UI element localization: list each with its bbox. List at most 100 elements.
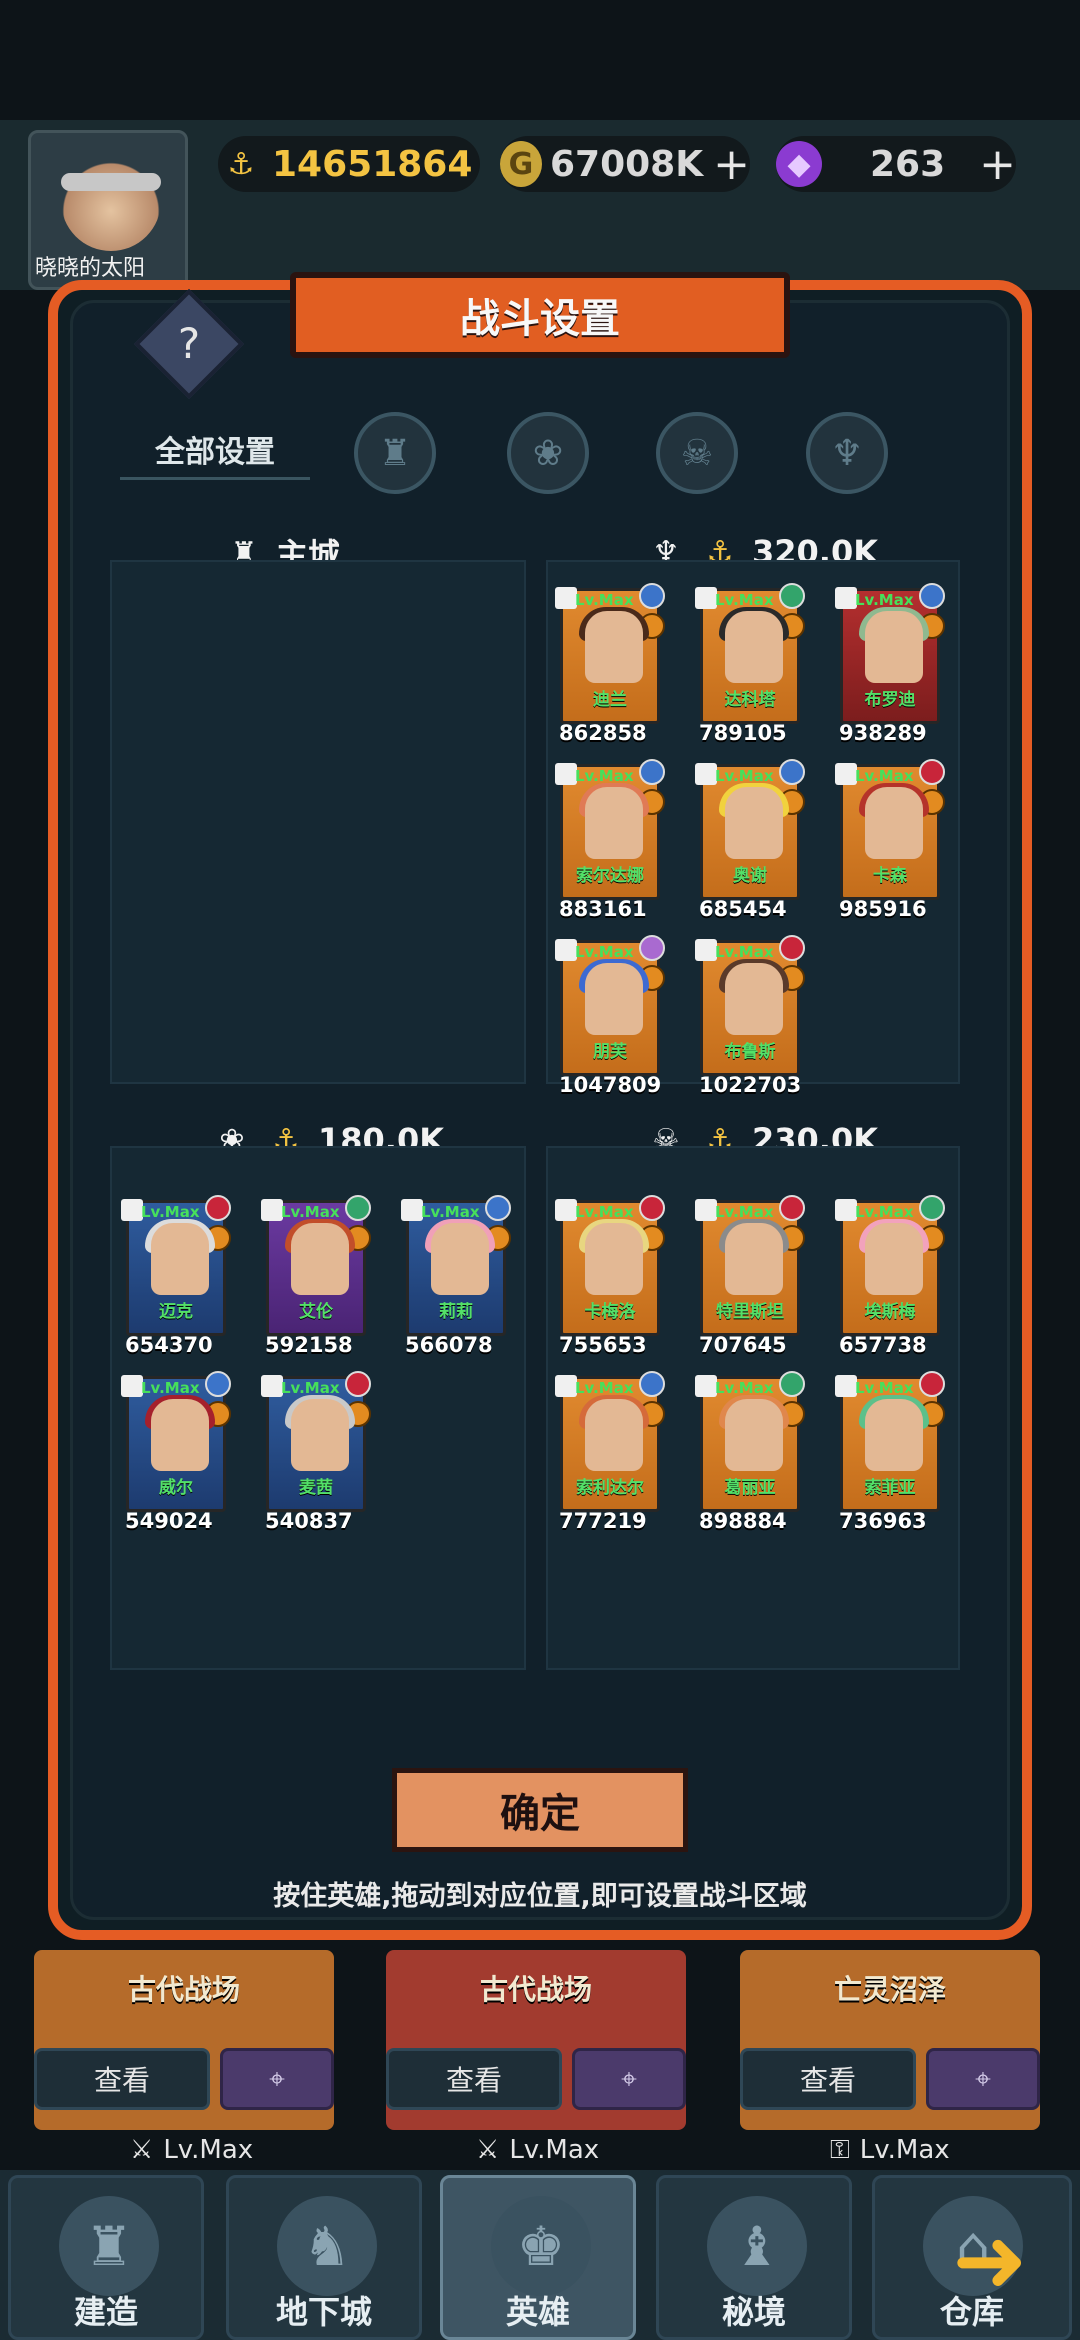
- view-label: 查看: [445, 2064, 502, 2097]
- star-icon: [835, 587, 857, 609]
- demon-icon[interactable]: ♆: [806, 412, 888, 494]
- dungeon-card: 古代战场 查看 ⌖: [386, 1950, 686, 2130]
- hero-name: 艾伦: [299, 1302, 333, 1322]
- gold-coin-icon: G: [500, 141, 542, 187]
- paw-icon[interactable]: ❀: [507, 412, 589, 494]
- hero-power: 566078: [405, 1333, 493, 1357]
- hero-card[interactable]: Lv.Max 特里斯坦 707645: [695, 1195, 805, 1357]
- view-button[interactable]: 查看: [386, 2048, 562, 2110]
- hero-card[interactable]: Lv.Max 奥谢 685454: [695, 759, 805, 921]
- element-icon: [779, 1371, 805, 1397]
- hero-card[interactable]: Lv.Max 索利达尔 777219: [555, 1371, 665, 1533]
- hero-power: 938289: [839, 721, 927, 745]
- hero-card[interactable]: Lv.Max 卡森 985916: [835, 759, 945, 921]
- element-icon: [639, 1195, 665, 1221]
- view-button[interactable]: 查看: [740, 2048, 916, 2110]
- hero-card[interactable]: Lv.Max 麦茜 540837: [261, 1371, 371, 1533]
- tower-icon[interactable]: ♜: [354, 412, 436, 494]
- hero-power: 985916: [839, 897, 927, 921]
- hero-portrait: [291, 1223, 349, 1295]
- hero-card[interactable]: Lv.Max 埃斯梅 657738: [835, 1195, 945, 1357]
- hero-portrait: [291, 1399, 349, 1471]
- hero-name: 麦茜: [299, 1478, 333, 1498]
- element-icon: [485, 1195, 511, 1221]
- hero-card[interactable]: Lv.Max 布鲁斯 1022703: [695, 935, 805, 1097]
- hero-name: 迈克: [159, 1302, 193, 1322]
- hero-power: 1047809: [559, 1073, 662, 1097]
- dungeon-level: ⚔ Lv.Max: [476, 2130, 599, 2170]
- element-icon: [345, 1195, 371, 1221]
- panel-title-banner: 战斗设置: [290, 272, 790, 358]
- nav-dungeon[interactable]: ♞ 地下城: [226, 2175, 422, 2340]
- back-arrow-icon[interactable]: ➜: [900, 2180, 1080, 2340]
- element-icon: [639, 583, 665, 609]
- hero-card[interactable]: Lv.Max 布罗迪 938289: [835, 583, 945, 745]
- element-icon: [779, 1195, 805, 1221]
- hero-power: 789105: [699, 721, 787, 745]
- view-button[interactable]: 查看: [34, 2048, 210, 2110]
- hero-card[interactable]: Lv.Max 迈克 654370: [121, 1195, 231, 1357]
- element-icon: [779, 759, 805, 785]
- nav-hero[interactable]: ♚ 英雄: [440, 2175, 636, 2340]
- confirm-button[interactable]: 确定: [392, 1768, 688, 1852]
- star-icon: [695, 1375, 717, 1397]
- hero-card[interactable]: Lv.Max 莉莉 566078: [401, 1195, 511, 1357]
- gold-value: 67008K: [549, 143, 704, 185]
- location-icon[interactable]: ⌖: [220, 2048, 334, 2110]
- dungeon-card: 古代战场 查看 ⌖: [34, 1950, 334, 2130]
- hero-portrait: [725, 963, 783, 1035]
- element-icon: [639, 1371, 665, 1397]
- nav-mystery[interactable]: ♝ 秘境: [656, 2175, 852, 2340]
- star-icon: [401, 1199, 423, 1221]
- hero-name: 莉莉: [439, 1302, 473, 1322]
- nav-build[interactable]: ♜ 建造: [8, 2175, 204, 2340]
- location-icon[interactable]: ⌖: [572, 2048, 686, 2110]
- hero-card[interactable]: Lv.Max 索菲亚 736963: [835, 1371, 945, 1533]
- question-icon: ?: [177, 319, 201, 368]
- tab-all-settings[interactable]: 全部设置: [120, 420, 310, 480]
- hero-portrait: [865, 1223, 923, 1295]
- element-icon: [205, 1195, 231, 1221]
- star-icon: [835, 763, 857, 785]
- hero-card[interactable]: Lv.Max 达科塔 789105: [695, 583, 805, 745]
- element-icon: [639, 935, 665, 961]
- hero-name: 索利达尔: [576, 1478, 644, 1498]
- hero-portrait: [151, 1399, 209, 1471]
- hero-power: 1022703: [699, 1073, 802, 1097]
- hero-name: 卡梅洛: [584, 1302, 636, 1322]
- hero-name: 布鲁斯: [724, 1042, 776, 1062]
- hero-portrait: [725, 611, 783, 683]
- element-icon: [919, 1371, 945, 1397]
- dungeon-level: ⚿ Lv.Max: [830, 2130, 950, 2170]
- hero-card[interactable]: Lv.Max 威尔 549024: [121, 1371, 231, 1533]
- hero-card[interactable]: Lv.Max 葛丽亚 898884: [695, 1371, 805, 1533]
- key-icon: ⚿: [830, 2134, 850, 2165]
- hero-card[interactable]: Lv.Max 朋芙 1047809: [555, 935, 665, 1097]
- gem-plus-icon[interactable]: +: [979, 139, 1016, 190]
- skull-icon[interactable]: ☠: [656, 412, 738, 494]
- hero-power: 707645: [699, 1333, 787, 1357]
- hero-card[interactable]: Lv.Max 迪兰 862858: [555, 583, 665, 745]
- hero-power: 883161: [559, 897, 647, 921]
- avatar-face: [61, 151, 161, 251]
- star-icon: [695, 1199, 717, 1221]
- hero-name: 埃斯梅: [864, 1302, 916, 1322]
- hero-portrait: [865, 787, 923, 859]
- dungeon-level-text: Lv.Max: [509, 2135, 600, 2165]
- gold-plus-icon[interactable]: +: [713, 139, 750, 190]
- main-city-zone[interactable]: [110, 560, 526, 1084]
- star-icon: [835, 1375, 857, 1397]
- hero-card[interactable]: Lv.Max 索尔达娜 883161: [555, 759, 665, 921]
- hero-portrait: [585, 1223, 643, 1295]
- hero-name: 威尔: [159, 1478, 193, 1498]
- element-icon: [205, 1371, 231, 1397]
- location-icon[interactable]: ⌖: [926, 2048, 1040, 2110]
- hero-portrait: [865, 611, 923, 683]
- star-icon: [695, 939, 717, 961]
- hero-card[interactable]: Lv.Max 卡梅洛 755653: [555, 1195, 665, 1357]
- castle-icon: ♜: [59, 2196, 159, 2296]
- hero-portrait: [585, 963, 643, 1035]
- hero-card[interactable]: Lv.Max 艾伦 592158: [261, 1195, 371, 1357]
- view-label: 查看: [799, 2064, 856, 2097]
- element-icon: [779, 583, 805, 609]
